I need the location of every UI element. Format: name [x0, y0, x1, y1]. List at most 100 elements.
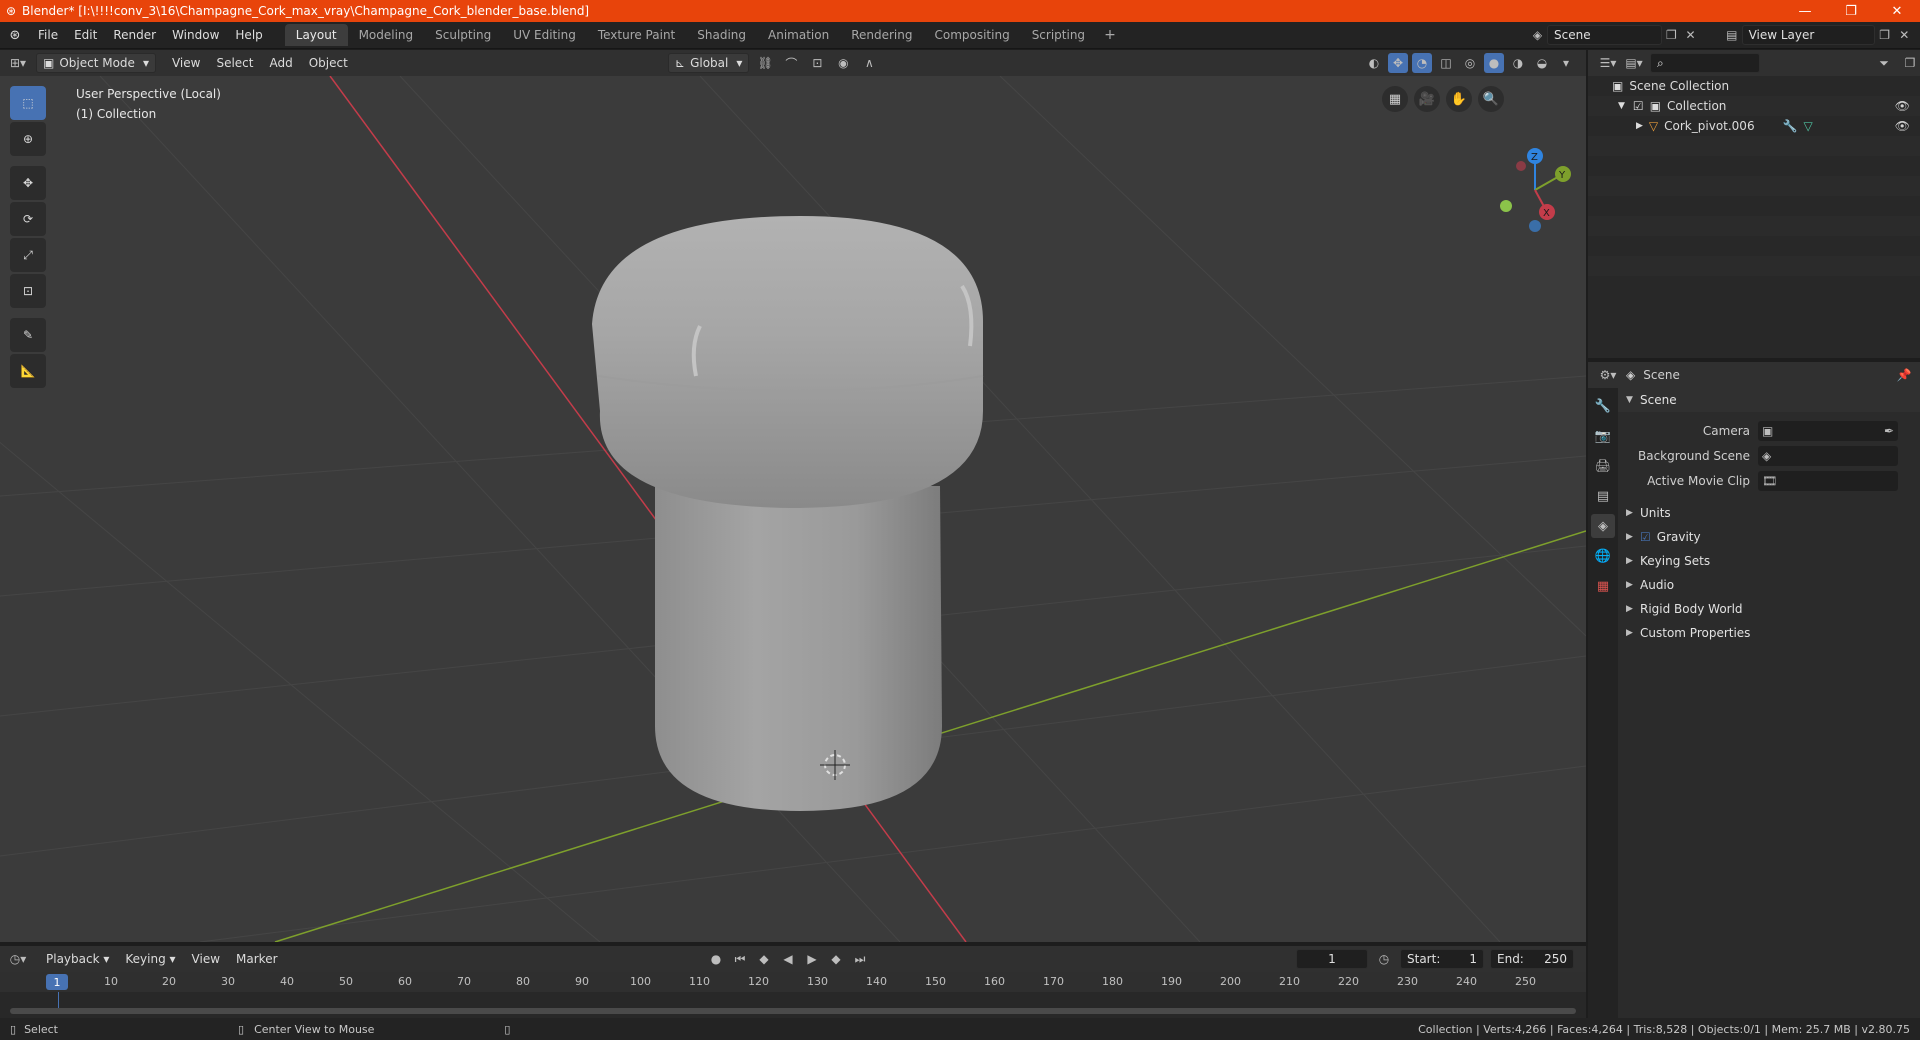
- proportional-edit-icon[interactable]: ◉: [833, 53, 853, 73]
- menu-keying[interactable]: Keying ▾: [117, 952, 183, 966]
- scale-tool-icon[interactable]: ⤢: [10, 238, 46, 272]
- menu-marker[interactable]: Marker: [228, 952, 285, 966]
- perspective-toggle-icon[interactable]: ▦: [1382, 86, 1408, 112]
- editor-type-icon[interactable]: ⊞▾: [8, 53, 28, 73]
- expand-arrow-icon[interactable]: ▶: [1636, 121, 1643, 131]
- blender-menu-icon[interactable]: ⊛: [0, 28, 30, 43]
- rotate-tool-icon[interactable]: ⟳: [10, 202, 46, 236]
- wireframe-shading-icon[interactable]: ◎: [1460, 53, 1480, 73]
- jump-keyframe-forward-icon[interactable]: ◆: [826, 949, 846, 969]
- timeline-scrollbar[interactable]: [10, 1008, 1576, 1014]
- snap-target-icon[interactable]: ⊡: [807, 53, 827, 73]
- jump-end-icon[interactable]: ⏭: [850, 949, 870, 969]
- timeline[interactable]: 1 10 20 30 40 50 60 70 80 90 100 110 120…: [0, 972, 1586, 1018]
- gizmo-toggle-icon[interactable]: ✥: [1388, 53, 1408, 73]
- background-scene-field[interactable]: ◈: [1758, 445, 1898, 466]
- new-collection-icon[interactable]: ❐: [1900, 53, 1920, 73]
- units-panel-header[interactable]: ▶ Units: [1618, 501, 1920, 525]
- outliner-row-scene-collection[interactable]: ▣ Scene Collection: [1588, 76, 1920, 96]
- tab-animation[interactable]: Animation: [757, 24, 840, 46]
- 3d-viewport[interactable]: Z Y X User Perspective (Local) (1) Colle…: [0, 76, 1586, 942]
- play-reverse-icon[interactable]: ◀: [778, 949, 798, 969]
- tab-rendering[interactable]: Rendering: [840, 24, 923, 46]
- scene-name-field[interactable]: Scene: [1547, 25, 1662, 45]
- minimize-button[interactable]: —: [1782, 0, 1828, 22]
- select-box-tool-icon[interactable]: ⬚: [10, 86, 46, 120]
- menu-edit[interactable]: Edit: [66, 22, 105, 49]
- record-icon[interactable]: ●: [706, 949, 726, 969]
- custom-properties-panel-header[interactable]: ▶ Custom Properties: [1618, 621, 1920, 645]
- current-frame-field[interactable]: 1: [1296, 949, 1368, 969]
- menu-file[interactable]: File: [30, 22, 66, 49]
- audio-panel-header[interactable]: ▶ Audio: [1618, 573, 1920, 597]
- tab-shading[interactable]: Shading: [686, 24, 757, 46]
- keying-sets-panel-header[interactable]: ▶ Keying Sets: [1618, 549, 1920, 573]
- play-icon[interactable]: ▶: [802, 949, 822, 969]
- output-tab-icon[interactable]: 🖨: [1591, 454, 1615, 478]
- zoom-view-icon[interactable]: 🔍: [1478, 86, 1504, 112]
- visibility-icon[interactable]: ◐: [1364, 53, 1384, 73]
- movie-clip-field[interactable]: 🎞: [1758, 470, 1898, 491]
- menu-window[interactable]: Window: [164, 22, 227, 49]
- material-shading-icon[interactable]: ◑: [1508, 53, 1528, 73]
- view-layer-field[interactable]: View Layer: [1741, 25, 1875, 45]
- view-layer-icon[interactable]: ▤: [1722, 25, 1742, 45]
- new-view-layer-icon[interactable]: ❐: [1875, 25, 1895, 45]
- gravity-checkbox[interactable]: ☑: [1640, 530, 1651, 544]
- menu-playback[interactable]: Playback ▾: [38, 952, 117, 966]
- view-layer-tab-icon[interactable]: ▤: [1591, 484, 1615, 508]
- display-mode-icon[interactable]: ▤▾: [1624, 53, 1644, 73]
- outliner-editor-icon[interactable]: ☰▾: [1598, 53, 1618, 73]
- camera-field[interactable]: ▣ ✒: [1758, 420, 1898, 441]
- eyedropper-icon[interactable]: ✒: [1884, 424, 1894, 438]
- outliner-row-object[interactable]: ▶ ▽ Cork_pivot.006 🔧 ▽ 👁: [1588, 116, 1920, 136]
- visibility-eye-icon[interactable]: 👁: [1895, 119, 1910, 133]
- rendered-shading-icon[interactable]: ◒: [1532, 53, 1552, 73]
- jump-keyframe-back-icon[interactable]: ◆: [754, 949, 774, 969]
- include-checkbox[interactable]: ☑: [1633, 99, 1644, 113]
- cursor-tool-icon[interactable]: ⊕: [10, 122, 46, 156]
- menu-select[interactable]: Select: [208, 56, 261, 70]
- end-frame-field[interactable]: End: 250: [1490, 949, 1574, 969]
- visibility-eye-icon[interactable]: 👁: [1895, 99, 1910, 113]
- pan-view-icon[interactable]: ✋: [1446, 86, 1472, 112]
- texture-tab-icon[interactable]: ▦: [1591, 574, 1615, 598]
- expand-arrow-icon[interactable]: ▼: [1618, 101, 1625, 111]
- snap-icon[interactable]: ⌒: [781, 53, 801, 73]
- tab-scripting[interactable]: Scripting: [1021, 24, 1096, 46]
- scene-icon[interactable]: ◈: [1528, 25, 1547, 45]
- menu-timeline-view[interactable]: View: [184, 952, 228, 966]
- tool-tab-icon[interactable]: 🔧: [1591, 394, 1615, 418]
- new-scene-icon[interactable]: ❐: [1662, 25, 1681, 45]
- overlays-icon[interactable]: ◔: [1412, 53, 1432, 73]
- transform-tool-icon[interactable]: ⊡: [10, 274, 46, 308]
- pivot-icon[interactable]: ⛓: [755, 53, 775, 73]
- frame-ruler[interactable]: 1 10 20 30 40 50 60 70 80 90 100 110 120…: [0, 972, 1586, 992]
- measure-tool-icon[interactable]: 📐: [10, 354, 46, 388]
- tab-modeling[interactable]: Modeling: [348, 24, 425, 46]
- outliner-row-collection[interactable]: ▼ ☑ ▣ Collection 👁: [1588, 96, 1920, 116]
- start-frame-field[interactable]: Start: 1: [1400, 949, 1484, 969]
- tab-layout[interactable]: Layout: [284, 24, 348, 46]
- playhead[interactable]: 1: [46, 974, 68, 990]
- delete-scene-icon[interactable]: ✕: [1681, 25, 1700, 45]
- annotate-tool-icon[interactable]: ✎: [10, 318, 46, 352]
- properties-editor-icon[interactable]: ⚙▾: [1598, 365, 1618, 385]
- tab-compositing[interactable]: Compositing: [923, 24, 1020, 46]
- xray-icon[interactable]: ◫: [1436, 53, 1456, 73]
- menu-object[interactable]: Object: [301, 56, 356, 70]
- outliner-search-input[interactable]: ⌕: [1650, 53, 1760, 73]
- clock-icon[interactable]: ◷: [1374, 949, 1394, 969]
- tab-texture-paint[interactable]: Texture Paint: [587, 24, 686, 46]
- menu-help[interactable]: Help: [227, 22, 270, 49]
- timeline-editor-icon[interactable]: ◷▾: [8, 949, 28, 969]
- menu-render[interactable]: Render: [105, 22, 164, 49]
- orientation-dropdown[interactable]: ⊾ Global ▾: [668, 53, 750, 73]
- scene-tab-icon[interactable]: ◈: [1591, 514, 1615, 538]
- camera-view-icon[interactable]: 🎥: [1414, 86, 1440, 112]
- move-tool-icon[interactable]: ✥: [10, 166, 46, 200]
- pin-icon[interactable]: 📌: [1894, 365, 1914, 385]
- delete-view-layer-icon[interactable]: ✕: [1894, 25, 1914, 45]
- restore-button[interactable]: ❐: [1828, 0, 1874, 22]
- render-tab-icon[interactable]: 📷: [1591, 424, 1615, 448]
